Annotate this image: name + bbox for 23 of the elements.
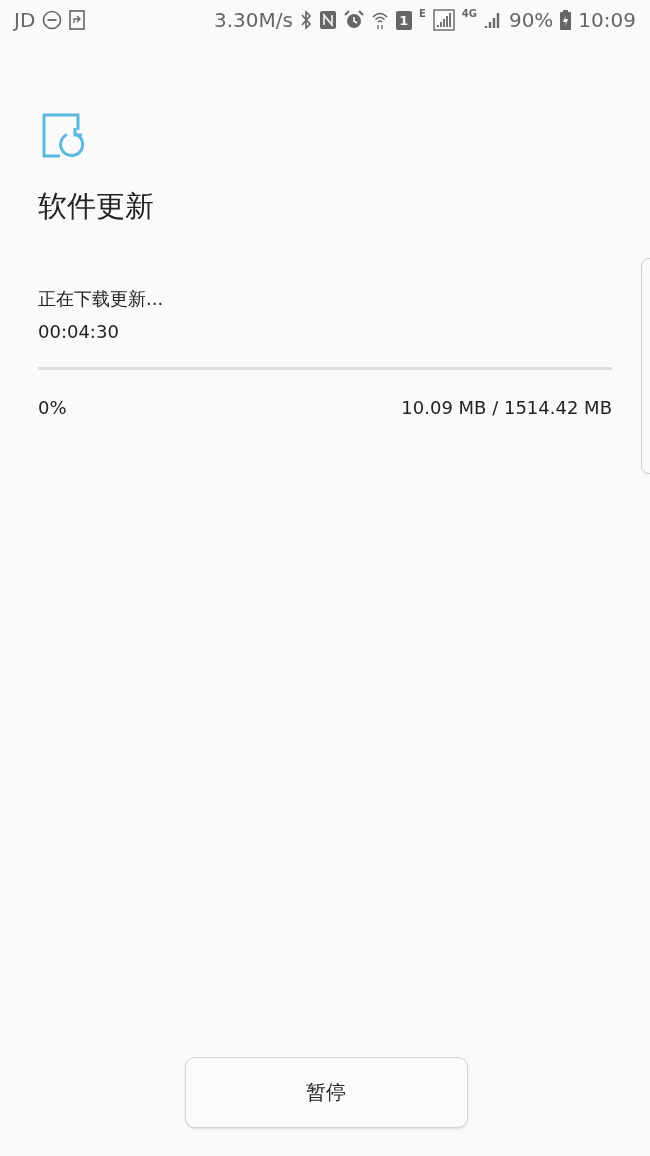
percent-text: 0% — [38, 397, 67, 418]
signal-icon — [483, 11, 502, 29]
battery-percent-text: 90% — [508, 8, 554, 32]
alarm-icon — [343, 10, 364, 30]
carrier-text: JD — [14, 8, 36, 32]
wifi-icon — [370, 10, 389, 30]
network-type-text: E — [418, 8, 426, 19]
bluetooth-icon — [299, 10, 312, 30]
network-speed-text: 3.30M/s — [213, 8, 293, 32]
software-update-icon — [42, 113, 86, 159]
do-not-disturb-icon — [42, 10, 63, 30]
page-title: 软件更新 — [38, 188, 154, 225]
sim-card-badge: 1 — [395, 10, 412, 30]
elapsed-time-text: 00:04:30 — [38, 321, 119, 342]
clock-text: 10:09 — [578, 8, 636, 32]
nfc-icon — [318, 10, 337, 30]
download-status-text: 正在下载更新... — [38, 287, 164, 311]
network-type-text: 4G — [461, 8, 477, 19]
battery-charging-icon — [560, 10, 572, 30]
pause-button[interactable]: 暂停 — [184, 1057, 468, 1128]
screen-rotate-icon — [69, 10, 86, 30]
download-size-text: 10.09 MB / 1514.42 MB — [401, 397, 612, 418]
signal-icon — [432, 9, 455, 31]
